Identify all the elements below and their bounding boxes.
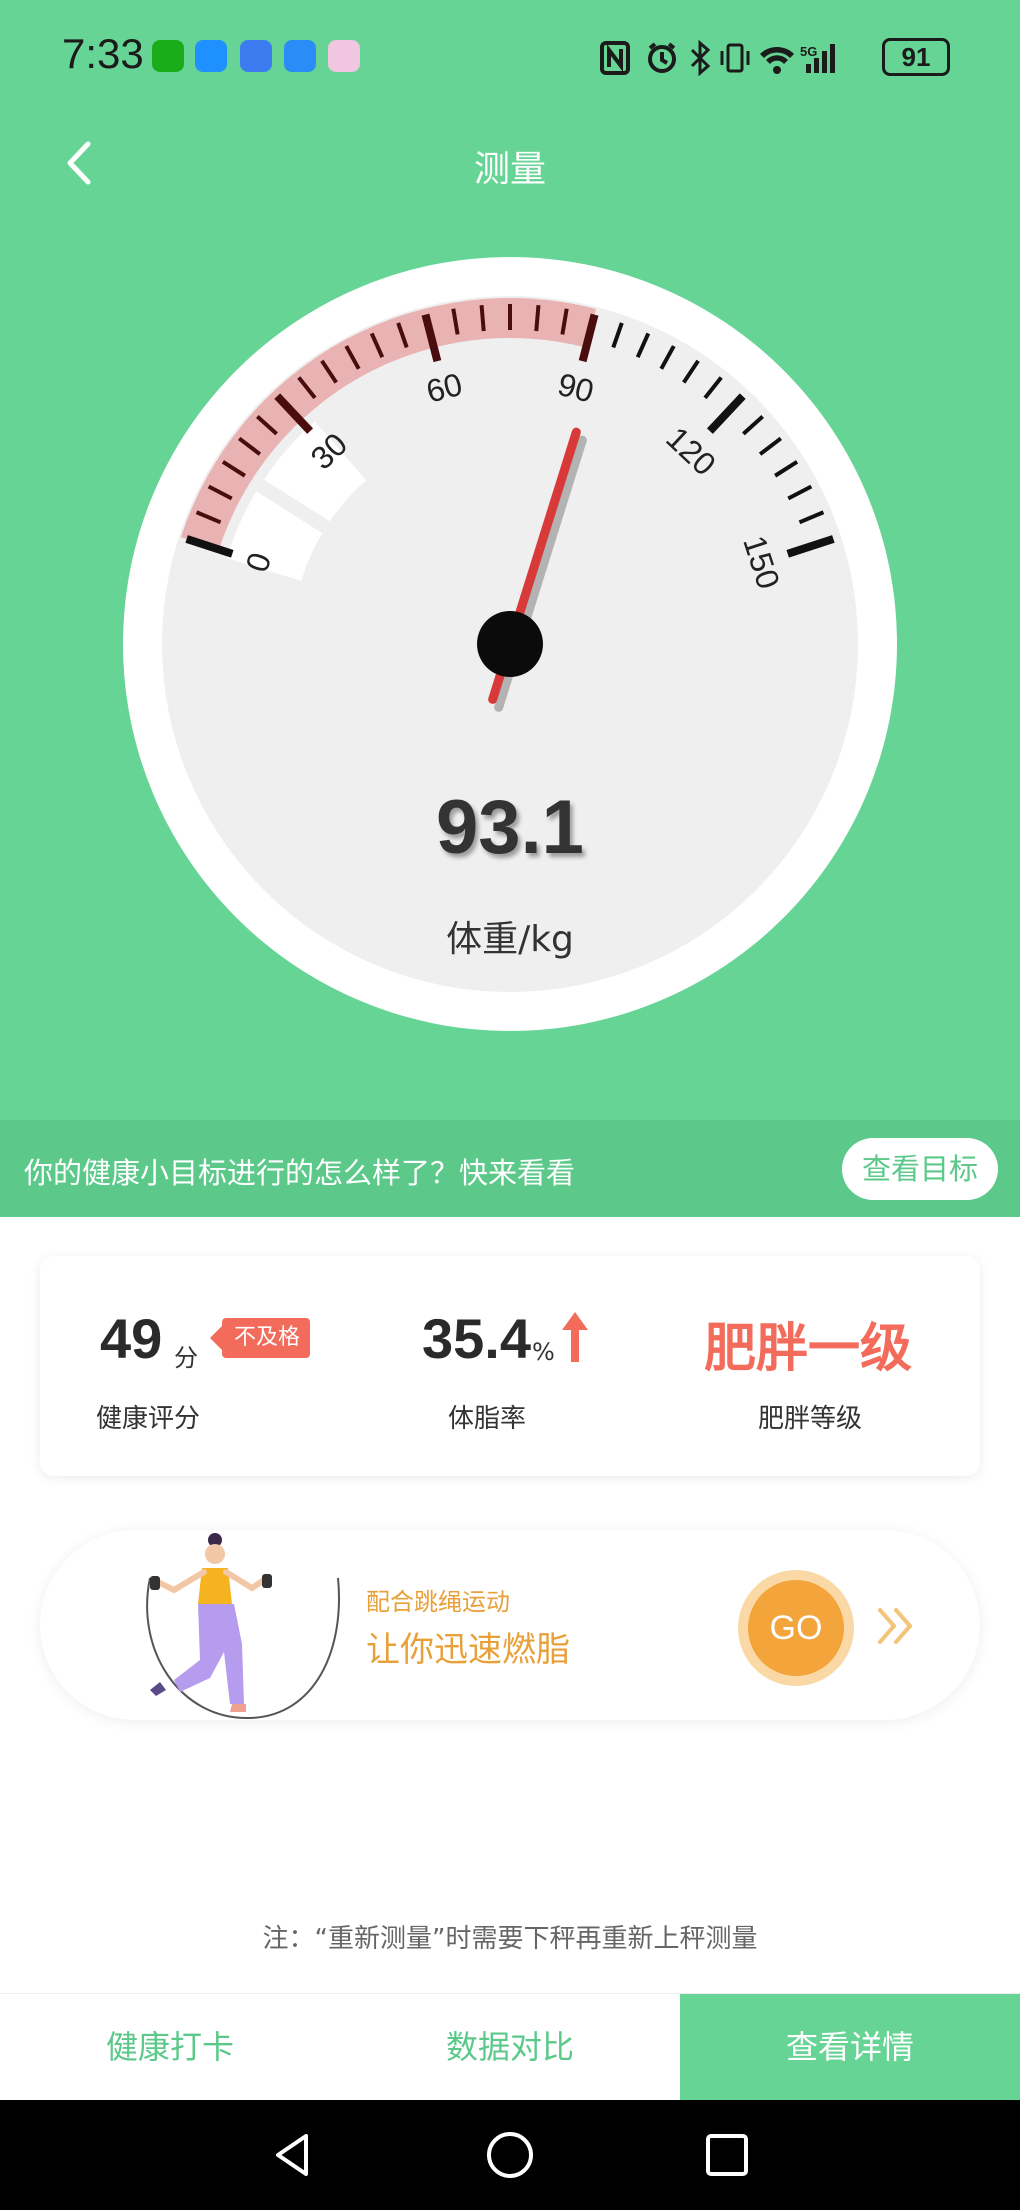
alarm-icon [648,42,676,73]
girl-jumping-rope-illustration [146,1533,340,1720]
double-chevron-right-icon[interactable] [876,1606,918,1646]
remeasure-note: 注：“重新测量”时需要下秤再重新上秤测量 [262,1924,758,1954]
5g-signal-icon: 5G [800,44,835,73]
gauge-hub [477,611,543,677]
body-fat-unit: % [532,1338,555,1366]
tab-view-details[interactable]: 查看详情 [680,1994,1020,2101]
body-fat-value: 35.4 [422,1307,531,1370]
go-button-label: GO [748,1580,844,1676]
back-triangle-icon[interactable] [268,2130,318,2180]
status-icons: 5G [600,40,835,76]
obesity-level-value: 肥胖一级 [704,1319,913,1379]
photos-icon [328,40,360,72]
goal-banner-text: 你的健康小目标进行的怎么样了？快来看看 [24,1156,576,1190]
score-status-badge: 不及格 [209,1318,311,1358]
bluetooth-icon [690,40,711,76]
svg-text:5G: 5G [800,44,817,59]
weight-value: 93.1 [436,785,584,870]
gauge-minor-tick [534,305,541,332]
nfc-icon [600,41,630,75]
goal-banner: 你的健康小目标进行的怎么样了？快来看看 查看目标 [0,1120,1020,1217]
stats-card: 49 分 不及格 健康评分 35.4 % 体脂率 肥胖一级 肥胖等级 [40,1256,980,1476]
obesity-level-label: 肥胖等级 [758,1404,863,1434]
status-time: 7:33 [62,30,144,77]
body-fat-label: 体脂率 [448,1404,527,1434]
tab-health-checkin[interactable]: 健康打卡 [0,1994,340,2101]
arrow-up-icon [562,1312,588,1362]
message-icon [195,40,227,72]
vibrate-icon [720,43,750,73]
wechat-icon [152,40,184,72]
health-score-label: 健康评分 [96,1404,201,1434]
page-title: 测量 [473,149,546,190]
health-score-unit: 分 [174,1344,198,1372]
jump-rope-title: 让你迅速燃脂 [366,1630,570,1670]
view-goal-button[interactable]: 查看目标 [842,1138,998,1200]
feishu-icon [284,40,316,72]
tab-data-compare[interactable]: 数据对比 [340,1994,680,2101]
health-score-value: 49 [100,1307,163,1370]
system-nav-bar [0,2100,1020,2210]
jump-rope-subtitle: 配合跳绳运动 [366,1588,510,1616]
recents-square-icon[interactable] [702,2130,752,2180]
go-button[interactable]: GO [738,1570,854,1686]
gauge-minor-tick [479,305,486,332]
bottom-action-bar: 健康打卡 数据对比 查看详情 [0,1993,1020,2101]
status-bar: 7:33 5G 91 [0,0,1020,110]
jump-rope-card[interactable]: 配合跳绳运动 让你迅速燃脂 GO [40,1530,980,1720]
home-circle-icon[interactable] [485,2130,535,2180]
weight-unit-label: 体重/kg [446,919,574,960]
app-icon [240,40,272,72]
wifi-icon [760,46,794,74]
battery-icon: 91 [882,38,950,76]
